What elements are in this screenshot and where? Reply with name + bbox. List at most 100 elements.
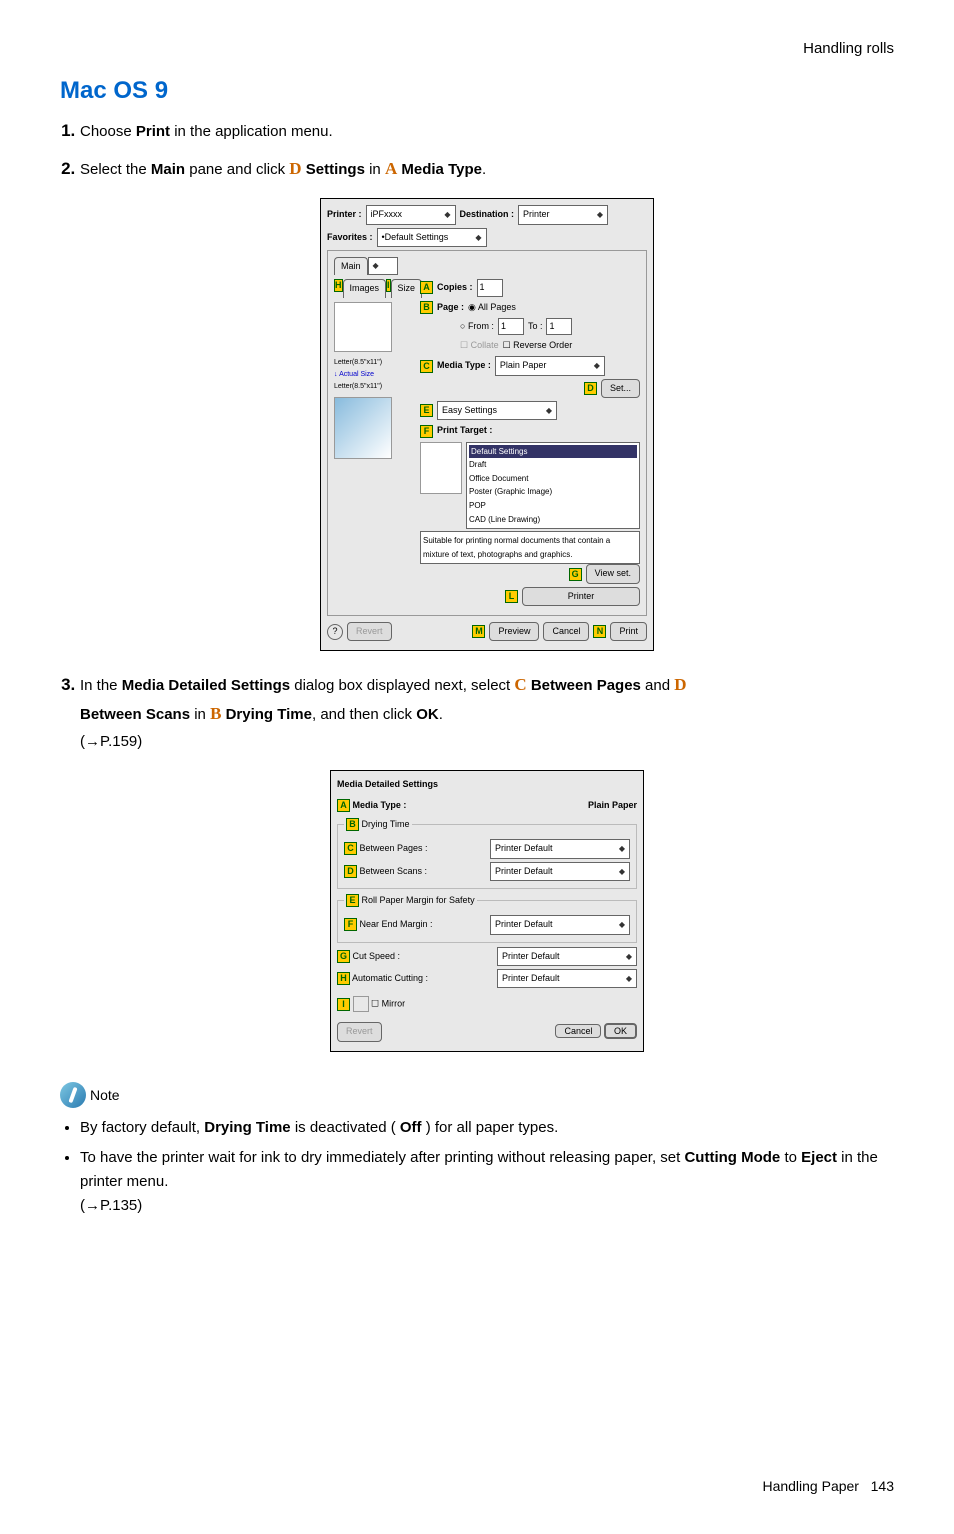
printer-select[interactable]: iPFxxxx◆ <box>366 205 456 224</box>
between-pages-select[interactable]: Printer Default◆ <box>490 839 630 858</box>
marker-a: A <box>420 281 433 294</box>
text: OK <box>416 706 439 723</box>
text: in <box>365 161 385 178</box>
copies-input[interactable]: 1 <box>477 279 503 296</box>
paper-size-1: Letter(8.5"x11") <box>334 357 414 369</box>
marker-e: E <box>420 404 433 417</box>
between-pages-label: Between Pages : <box>360 843 428 853</box>
marker-a: A <box>337 799 350 812</box>
tab-size[interactable]: Size <box>391 279 423 297</box>
step-2: Select the Main pane and click D Setting… <box>80 155 894 652</box>
help-icon[interactable]: ? <box>327 624 343 640</box>
letter-a: A <box>385 159 397 178</box>
text: Main <box>151 161 185 178</box>
text: in <box>190 706 210 723</box>
marker-f: F <box>420 425 433 438</box>
note-label: Note <box>90 1087 120 1103</box>
text: Between Scans <box>80 706 190 723</box>
step-1: Choose Print in the application menu. <box>80 117 894 145</box>
collate-check[interactable]: ☐ Collate <box>460 338 499 353</box>
media-type-value: Plain Paper <box>588 798 637 813</box>
marker-c: C <box>420 360 433 373</box>
text: . <box>482 161 486 178</box>
text: in the application menu. <box>170 123 333 140</box>
tab-dropdown[interactable]: ◆ <box>368 257 398 275</box>
print-target-label: Print Target : <box>437 423 492 438</box>
destination-select[interactable]: Printer◆ <box>518 205 608 224</box>
between-scans-label: Between Scans : <box>360 866 428 876</box>
destination-label: Destination : <box>460 207 515 222</box>
marker-b: B <box>346 818 359 831</box>
near-end-label: Near End Margin : <box>360 919 433 929</box>
mirror-check[interactable]: ☐ Mirror <box>371 999 405 1009</box>
between-scans-select[interactable]: Printer Default◆ <box>490 862 630 881</box>
from-input[interactable]: 1 <box>498 318 524 335</box>
target-thumb <box>420 442 462 494</box>
page-ref: (→P.159) <box>80 733 142 750</box>
reverse-check[interactable]: ☐ Reverse Order <box>503 338 573 353</box>
print-target-list[interactable]: Default Settings Draft Office Document P… <box>466 442 640 530</box>
media-type-label: Media Type : <box>353 800 407 810</box>
marker-d: D <box>584 382 597 395</box>
text: Media Type <box>397 161 482 178</box>
paper-size-2: Letter(8.5"x11") <box>334 381 414 393</box>
media-type-label: Media Type : <box>437 358 491 373</box>
tab-main[interactable]: Main <box>334 257 368 275</box>
print-button[interactable]: Print <box>610 622 647 641</box>
radio-from[interactable]: ○ From : <box>460 319 494 334</box>
note-item-1: By factory default, Drying Time is deact… <box>80 1116 894 1140</box>
text: Print <box>136 123 170 140</box>
set-button[interactable]: Set... <box>601 379 640 398</box>
text: pane and click <box>185 161 289 178</box>
printer-button[interactable]: Printer <box>522 587 640 606</box>
page-ref: (→P.135) <box>80 1197 142 1214</box>
marker-b: B <box>420 301 433 314</box>
mirror-icon <box>353 996 369 1012</box>
marker-g: G <box>569 568 582 581</box>
to-input[interactable]: 1 <box>546 318 572 335</box>
ok-button[interactable]: OK <box>604 1023 637 1039</box>
radio-allpages[interactable]: ◉ All Pages <box>468 300 516 315</box>
revert-button[interactable]: Revert <box>337 1022 382 1041</box>
media-type-select[interactable]: Plain Paper◆ <box>495 356 605 375</box>
easy-settings-select[interactable]: Easy Settings◆ <box>437 401 557 420</box>
favorites-label: Favorites : <box>327 230 373 245</box>
near-end-select[interactable]: Printer Default◆ <box>490 915 630 934</box>
cut-speed-label: Cut Speed : <box>353 951 401 961</box>
text: Settings <box>302 161 365 178</box>
cancel-button[interactable]: Cancel <box>555 1024 601 1038</box>
print-dialog: Printer : iPFxxxx◆ Destination : Printer… <box>320 198 654 651</box>
marker-g: G <box>337 950 350 963</box>
text: Drying Time <box>221 706 312 723</box>
page-footer: Handling Paper 143 <box>60 1478 894 1494</box>
tab-images[interactable]: Images <box>343 279 387 297</box>
text: dialog box displayed next, select <box>290 677 514 694</box>
step-3: In the Media Detailed Settings dialog bo… <box>80 671 894 1051</box>
text: . <box>439 706 443 723</box>
revert-button[interactable]: Revert <box>347 622 392 641</box>
drying-time-group: B Drying Time C Between Pages :Printer D… <box>337 817 637 889</box>
text: In the <box>80 677 122 694</box>
marker-h: H <box>334 279 343 292</box>
auto-cut-select[interactable]: Printer Default◆ <box>497 969 637 988</box>
cancel-button[interactable]: Cancel <box>543 622 589 641</box>
media-detailed-dialog: Media Detailed Settings A Media Type :Pl… <box>330 770 644 1052</box>
favorites-select[interactable]: • Default Settings◆ <box>377 228 487 247</box>
marker-c: C <box>344 842 357 855</box>
letter-d: D <box>289 159 301 178</box>
roll-margin-group: E Roll Paper Margin for Safety F Near En… <box>337 893 637 943</box>
section-title: Mac OS 9 <box>60 77 894 105</box>
view-set-button[interactable]: View set. <box>586 564 640 583</box>
marker-m: M <box>472 625 485 638</box>
preview-button[interactable]: Preview <box>489 622 539 641</box>
copies-label: Copies : <box>437 280 473 295</box>
note-icon <box>60 1082 86 1108</box>
text: Between Pages <box>527 677 641 694</box>
cut-speed-select[interactable]: Printer Default◆ <box>497 947 637 966</box>
letter-c: C <box>514 675 526 694</box>
note-block: Note By factory default, Drying Time is … <box>60 1082 894 1218</box>
page-section-header: Handling rolls <box>60 40 894 57</box>
marker-i: I <box>337 998 350 1011</box>
auto-cut-label: Automatic Cutting : <box>352 973 428 983</box>
marker-e: E <box>346 894 359 907</box>
